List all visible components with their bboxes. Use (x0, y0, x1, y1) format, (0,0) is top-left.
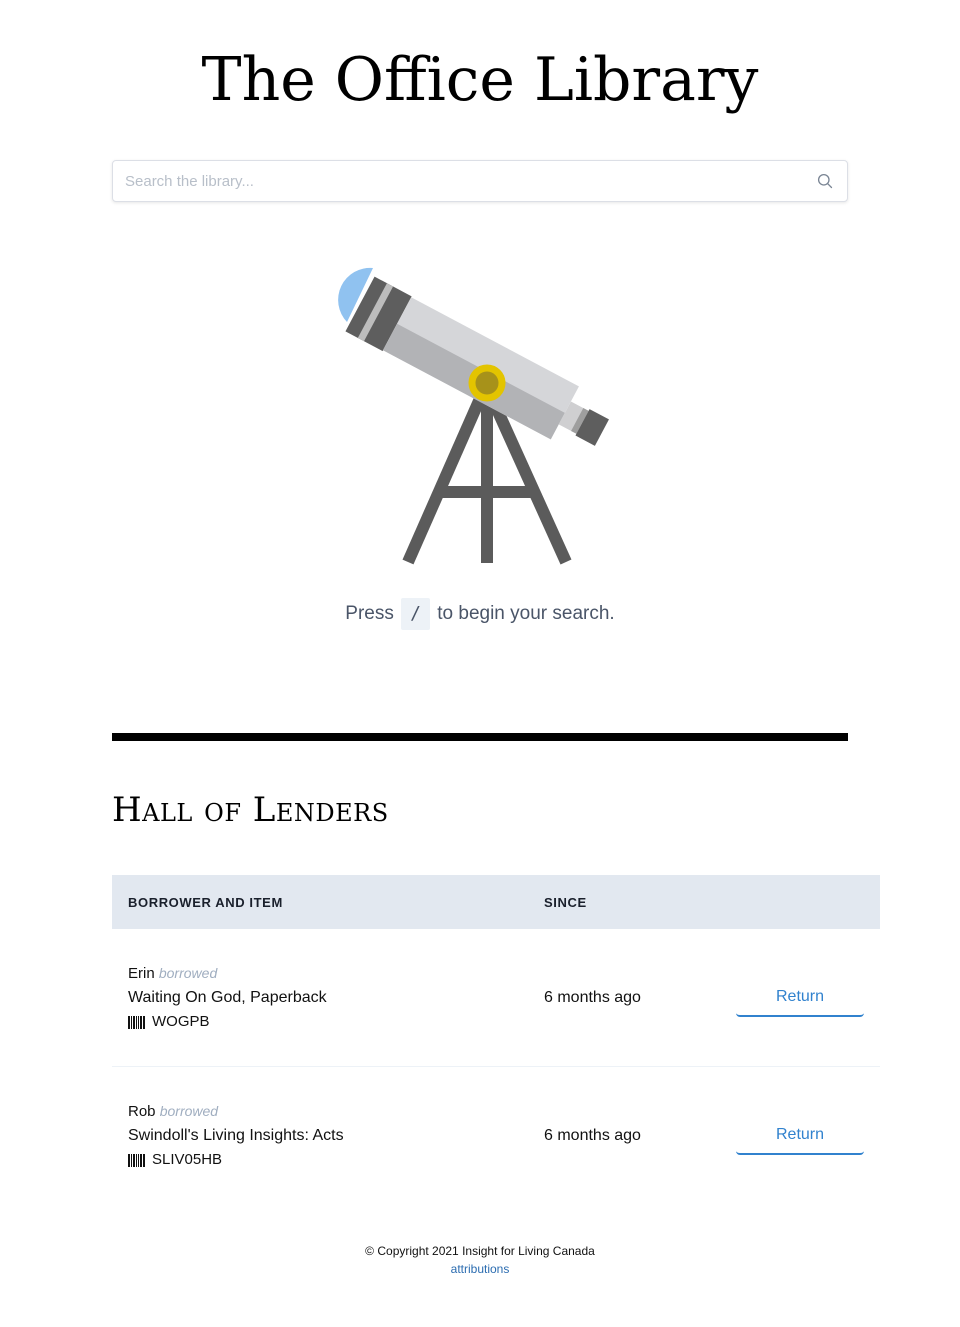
item-title: Waiting On God, Paperback (128, 989, 327, 1006)
lenders-title: Hall of Lenders (112, 790, 389, 830)
search-input[interactable] (113, 161, 805, 201)
attributions-link[interactable]: attributions (451, 1262, 510, 1276)
borrowed-label: borrowed (158, 965, 218, 981)
search-icon[interactable] (817, 173, 833, 189)
borrower-and-item-cell: Rob borrowed Swindoll's Living Insights:… (112, 1067, 528, 1205)
borrower-name: Erin (128, 965, 155, 982)
action-cell: Return (688, 1067, 880, 1205)
column-since: SINCE (528, 875, 688, 929)
borrower-name: Rob (128, 1103, 156, 1120)
table-row: Rob borrowed Swindoll's Living Insights:… (112, 1067, 880, 1205)
since-cell: 6 months ago (544, 1126, 641, 1144)
borrower-line: Erin borrowed (128, 961, 512, 986)
column-borrower-and-item: BORROWER AND ITEM (112, 875, 528, 929)
telescope-icon (338, 267, 609, 565)
copyright: © Copyright 2021 Insight for Living Cana… (365, 1244, 595, 1258)
barcode-icon (128, 1153, 145, 1167)
footer: © Copyright 2021 Insight for Living Cana… (0, 1242, 960, 1278)
sku-line: WOGPB (128, 1010, 512, 1034)
return-button[interactable]: Return (736, 979, 864, 1017)
hint-text-after: to begin your search. (437, 603, 615, 624)
column-action (688, 875, 880, 929)
hint-text-before: Press (345, 603, 394, 624)
search-box[interactable] (112, 160, 848, 202)
slash-key: / (401, 598, 430, 630)
section-divider (112, 733, 848, 741)
table-header-row: BORROWER AND ITEM SINCE (112, 875, 880, 929)
return-button[interactable]: Return (736, 1117, 864, 1155)
action-cell: Return (688, 929, 880, 1067)
item-sku: WOGPB (152, 1013, 210, 1030)
item-sku: SLIV05HB (152, 1151, 223, 1168)
item-title: Swindoll's Living Insights: Acts (128, 1127, 344, 1144)
since-cell: 6 months ago (528, 929, 688, 1067)
borrower-and-item-cell: Erin borrowed Waiting On God, Paperback … (112, 929, 528, 1067)
table-row: Erin borrowed Waiting On God, Paperback … (112, 929, 880, 1067)
search-hint: Press / to begin your search. (0, 598, 960, 630)
sku-line: SLIV05HB (128, 1148, 512, 1172)
page-title: The Office Library (201, 45, 759, 115)
barcode-icon (128, 1015, 145, 1029)
borrowed-label: borrowed (159, 1103, 219, 1119)
borrower-line: Rob borrowed (128, 1099, 512, 1124)
lenders-table: BORROWER AND ITEM SINCE Erin borrowed Wa… (112, 875, 880, 1204)
